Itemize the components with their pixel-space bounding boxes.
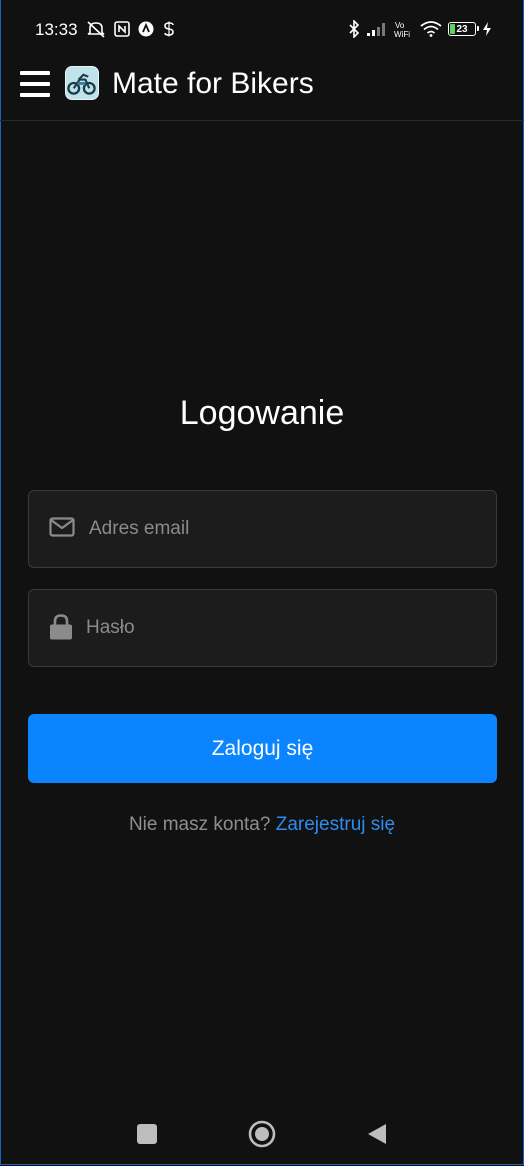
- motorcycle-logo-graphic: [66, 67, 97, 98]
- password-field[interactable]: [28, 589, 497, 667]
- nfc-icon: [114, 21, 130, 37]
- wifi-icon: [420, 21, 442, 37]
- screen-frame: [0, 0, 524, 1165]
- register-link[interactable]: Zarejestruj się: [276, 814, 395, 835]
- page-title: Logowanie: [179, 394, 345, 432]
- lock-icon: [50, 614, 72, 640]
- menu-line: [20, 93, 50, 97]
- password-input[interactable]: [86, 608, 466, 648]
- login-button[interactable]: Zaloguj się: [28, 714, 497, 783]
- app-s-icon: [164, 21, 174, 37]
- signal-icon: [367, 23, 385, 36]
- home-icon[interactable]: [248, 1120, 276, 1148]
- register-prompt: Nie masz konta? Zarejestruj się: [0, 814, 524, 836]
- menu-line: [20, 82, 50, 86]
- app-title: Mate for Bikers: [112, 67, 314, 100]
- bluetooth-icon: [349, 20, 360, 38]
- email-field[interactable]: [28, 490, 497, 568]
- no-account-text: Nie masz konta?: [128, 814, 271, 835]
- svg-text:WiFi: WiFi: [394, 30, 410, 38]
- motorcycle-logo-icon: [65, 66, 99, 100]
- status-system-icons: Vo WiFi 23: [348, 20, 492, 38]
- app-bar: Mate for Bikers: [0, 60, 524, 121]
- vowifi-icon: Vo WiFi: [394, 21, 410, 38]
- status-notification-icons: [86, 20, 176, 38]
- battery-level: 23: [456, 23, 468, 35]
- system-nav-bar: [0, 1100, 524, 1166]
- hamburger-menu-icon[interactable]: [20, 71, 50, 97]
- menu-line: [20, 71, 50, 75]
- status-time: 13:33: [35, 20, 78, 39]
- app-a-icon: [138, 21, 154, 37]
- charging-icon: [483, 22, 491, 36]
- svg-text:Vo: Vo: [395, 21, 405, 30]
- muted-icon: [87, 21, 105, 38]
- email-input[interactable]: [89, 509, 469, 549]
- battery-fill: [450, 24, 456, 34]
- status-bar: 13:33 Vo WiFi 23: [0, 0, 524, 60]
- battery-icon: 23: [448, 22, 479, 36]
- envelope-icon: [49, 517, 75, 537]
- recent-apps-icon[interactable]: [137, 1124, 157, 1144]
- back-icon[interactable]: [366, 1122, 388, 1146]
